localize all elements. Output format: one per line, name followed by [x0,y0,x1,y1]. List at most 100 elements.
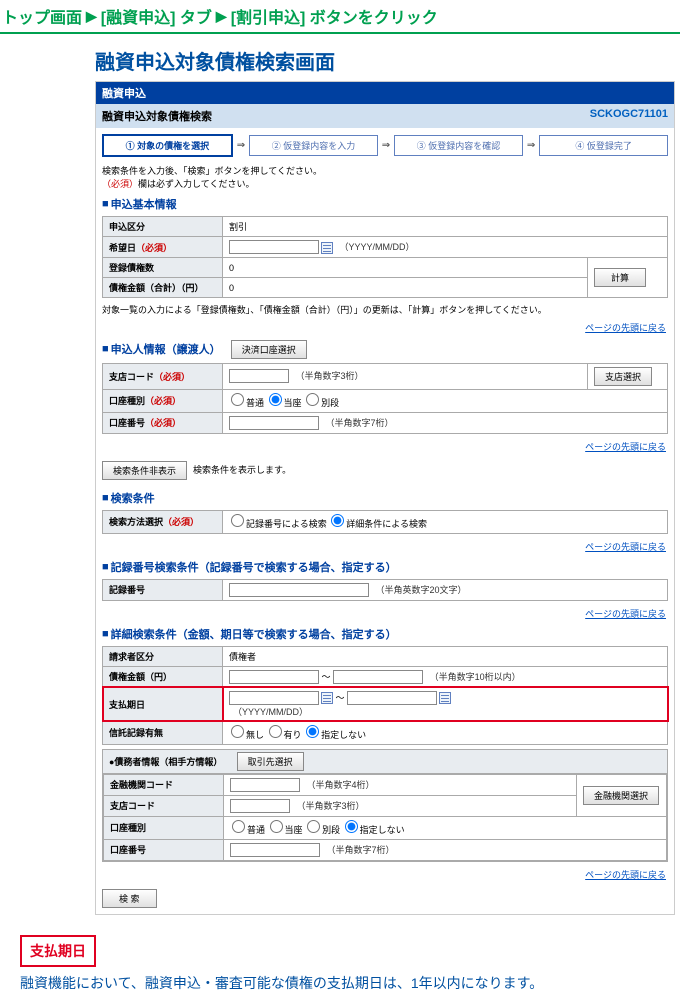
branch-code-label: 支店コード（必須） [103,363,223,389]
hide-condition-note: 検索条件を表示します。 [193,464,291,477]
acct-type-radio-futsuu[interactable] [231,393,244,406]
acct-type-cell: 普通 当座 別段 [223,389,668,412]
debtor-table: 金融機関コード （半角数字4桁） 金融機関選択 支店コード （半角数字3桁） 口… [103,774,667,861]
search-method-radio-no[interactable] [231,514,244,527]
section-record-no: 記録番号検索条件（記録番号で検索する場合、指定する） [96,555,674,579]
acct-type-label: 口座種別（必須） [103,389,223,412]
pay-date-from-input[interactable] [229,691,319,705]
detail-table: 請求者区分 債権者 債権金額（円） ～ （半角数字10桁以内） 支払期日 ～ （… [102,646,668,745]
debtor-info-header: ●債務者情報（相手方情報） 取引先選択 [103,750,667,774]
calendar-icon[interactable] [321,242,333,254]
branch-code-cell: （半角数字3桁） [223,363,588,389]
calendar-icon[interactable] [321,692,333,704]
instruction: 検索条件を入力後、「検索」ボタンを押してください。 （必須）欄は必ず入力してくだ… [96,163,674,192]
acct-type2-radio-betsu[interactable] [307,820,320,833]
acct-type2-na[interactable]: 指定しない [343,825,405,835]
tx-select-button[interactable]: 取引先選択 [237,752,304,771]
settlement-account-button[interactable]: 決済口座選択 [231,340,307,359]
app-type-label: 申込区分 [103,217,223,237]
search-method-cell: 記録番号による検索 詳細条件による検索 [223,510,668,533]
page-top-link[interactable]: ページの先頭に戻る [585,870,666,880]
search-method-radio-detail[interactable] [331,514,344,527]
acct-type2-touza[interactable]: 当座 [268,825,303,835]
acct-type2-cell: 普通 当座 別段 指定しない [224,816,667,839]
trust-yes[interactable]: 有り [267,730,302,740]
acct-no2-label: 口座番号 [104,839,224,860]
search-button[interactable]: 検 索 [102,889,157,908]
branch-code-input[interactable] [229,369,289,383]
desired-date-input[interactable] [229,240,319,254]
trust-radio-none[interactable] [231,725,244,738]
page-top-link[interactable]: ページの先頭に戻る [585,542,666,552]
hide-condition-button[interactable]: 検索条件非表示 [102,461,187,480]
acct-no-label: 口座番号（必須） [103,412,223,433]
fin-code-hint: （半角数字4桁） [307,780,375,790]
acct-type2-radio-touza[interactable] [270,820,283,833]
bc-part1: トップ画面 [2,4,82,28]
record-no-table: 記録番号 （半角英数字20文字） [102,579,668,601]
acct-type2-radio-futsuu[interactable] [232,820,245,833]
acct-type-radio-touza[interactable] [269,393,282,406]
required-prefix: （必須） [102,179,138,189]
calc-note: 対象一覧の入力による「登録債権数」、「債権金額（合計）（円）」の更新は、「計算」… [96,302,674,319]
arrow-icon: ▶ [216,8,227,25]
search-cond-table: 検索方法選択（必須） 記録番号による検索 詳細条件による検索 [102,510,668,534]
screen-title: 融資申込対象債権検索画面 [95,46,680,75]
app-type-value: 割引 [223,217,668,237]
step-1: ① 対象の債権を選択 [102,134,233,157]
page-top-link[interactable]: ページの先頭に戻る [585,442,666,452]
section-applicant: 申込人情報（譲渡人） 決済口座選択 [96,336,674,363]
acct-type-futsuu[interactable]: 普通 [229,398,264,408]
pay-date-label: 支払期日 [103,687,223,721]
acct-type2-radio-na[interactable] [345,820,358,833]
search-by-detail[interactable]: 詳細条件による検索 [329,519,427,529]
pay-date-cell: ～ （YYYY/MM/DD） [223,687,668,721]
acct-type-radio-betsu[interactable] [306,393,319,406]
branch-code2-input[interactable] [230,799,290,813]
pay-date-note-label: 支払期日 [20,935,96,967]
fin-select-cell: 金融機関選択 [577,774,667,816]
trust-radio-na[interactable] [306,725,319,738]
instruction-line2: （必須）欄は必ず入力してください。 [102,178,668,191]
acct-type2-futsuu[interactable]: 普通 [230,825,265,835]
reg-count-value: 0 [223,258,588,278]
acct-type2-betsu[interactable]: 別段 [305,825,340,835]
bc-part2: [融資申込] タブ [101,4,212,28]
fin-code-input[interactable] [230,778,300,792]
fin-select-button[interactable]: 金融機関選択 [583,786,659,805]
trust-radio-yes[interactable] [269,725,282,738]
step-indicator: ① 対象の債権を選択 ⇒ ② 仮登録内容を入力 ⇒ ③ 仮登録内容を確認 ⇒ ④… [96,128,674,163]
step-arrow-icon: ⇒ [382,140,390,151]
acct-no2-cell: （半角数字7桁） [224,839,667,860]
step-arrow-icon: ⇒ [237,140,245,151]
sub-title: 融資申込対象債権検索 [102,108,212,124]
acct-no-cell: （半角数字7桁） [223,412,668,433]
calendar-icon[interactable] [439,692,451,704]
amount-from-input[interactable] [229,670,319,684]
tilde: ～ [322,672,331,682]
pay-date-to-input[interactable] [347,691,437,705]
branch-code2-label: 支店コード [104,795,224,816]
branch-select-button[interactable]: 支店選択 [594,367,652,386]
search-by-no[interactable]: 記録番号による検索 [229,519,327,529]
amount-to-input[interactable] [333,670,423,684]
calc-button[interactable]: 計算 [594,268,646,287]
billing-type-label: 請求者区分 [103,646,223,666]
calc-cell: 計算 [588,258,668,298]
bc-part3: [割引申込] ボタンをクリック [231,4,438,28]
acct-no2-input[interactable] [230,843,320,857]
step-2: ② 仮登録内容を入力 [249,135,378,156]
page-top-link[interactable]: ページの先頭に戻る [585,323,666,333]
arrow-icon: ▶ [86,8,97,25]
acct-type-betsu[interactable]: 別段 [304,398,339,408]
tilde: ～ [336,693,345,703]
acct-type-touza[interactable]: 当座 [267,398,302,408]
trust-na[interactable]: 指定しない [304,730,366,740]
fin-code-cell: （半角数字4桁） [224,774,577,795]
trust-none[interactable]: 無し [229,730,264,740]
reg-count-label: 登録債権数 [103,258,223,278]
debtor-info-box: ●債務者情報（相手方情報） 取引先選択 金融機関コード （半角数字4桁） 金融機… [102,749,668,862]
acct-no-input[interactable] [229,416,319,430]
page-top-link[interactable]: ページの先頭に戻る [585,609,666,619]
record-no-input[interactable] [229,583,369,597]
